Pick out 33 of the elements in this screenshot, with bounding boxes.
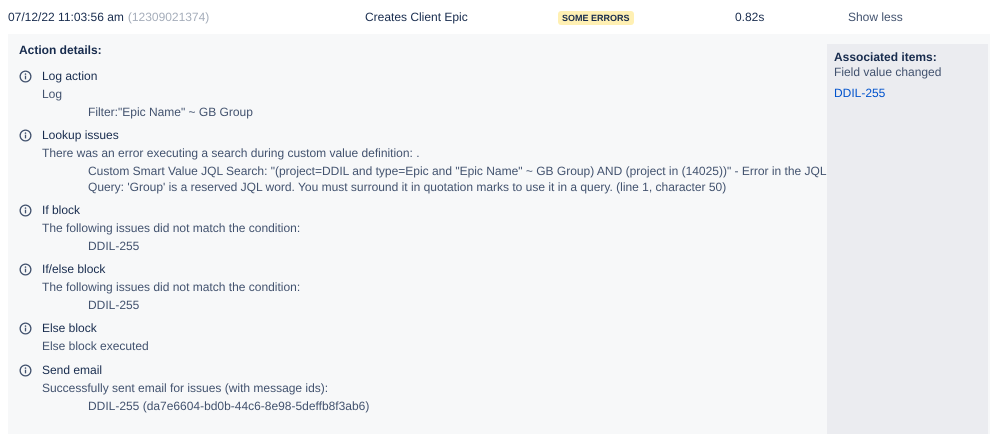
action-title: If/else block (42, 261, 106, 278)
info-icon (19, 263, 32, 276)
info-icon (19, 364, 32, 377)
action-title: Log action (42, 68, 98, 85)
info-icon (19, 70, 32, 83)
action-title: Else block (42, 320, 98, 337)
action-message: Else block executed (42, 338, 149, 355)
action-detail: Custom Smart Value JQL Search: "(project=DDIL and type=Epic and "Epic Name" ~ GB Group) AND (project in (14025))" - Error in the JQL Query: 'Group' is a reserved JQL word. You must surround it in quotation marks to use it in a query. (line 1, character 50) (87, 163, 827, 195)
info-icon (19, 129, 32, 142)
issue-link[interactable]: DDIL-255 (834, 86, 886, 101)
action-message: Log (42, 86, 64, 103)
action-title: Send email (42, 362, 104, 379)
action-detail: DDIL-255 (87, 297, 140, 313)
action-message: There was an error executing a search during custom value definition: . (42, 145, 421, 162)
rule-name: Creates Client Epic (365, 9, 469, 26)
action-message: The following issues did not match the condition: (42, 279, 300, 296)
action-title: If block (42, 202, 82, 219)
status-badge: SOME ERRORS (558, 11, 634, 25)
section-heading: Action details: (19, 42, 103, 59)
action-title: Lookup issues (42, 127, 120, 144)
action-message: Successfully sent email for issues (with message ids): (42, 380, 330, 397)
action-detail: Filter:"Epic Name" ~ GB Group (87, 104, 253, 120)
action-detail: DDIL-255 (87, 238, 140, 254)
timestamp: 07/12/22 11:03:56 am (8, 9, 124, 26)
show-less-link[interactable]: Show less (848, 8, 903, 26)
action-detail: DDIL-255 (da7e6604-bd0b-44c6-8e98-5deffb8f3ab6) (87, 398, 370, 414)
info-icon (19, 322, 32, 335)
associated-subheading: Field value changed (834, 65, 942, 80)
action-message: The following issues did not match the condition: (42, 220, 300, 237)
associated-heading: Associated items: (834, 50, 938, 65)
duration: 0.82s (735, 9, 766, 26)
run-id: (12309021374) (128, 9, 210, 26)
info-icon (19, 204, 32, 217)
